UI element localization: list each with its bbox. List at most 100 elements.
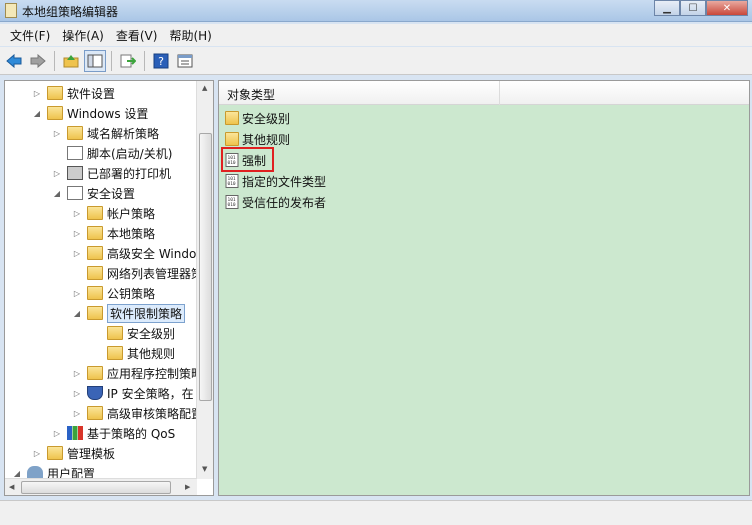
folder-icon [87,266,103,280]
tree-item[interactable]: ◢ 安全设置 [51,183,135,203]
title-bar: 本地组策略编辑器 ▁ ☐ ✕ [0,0,752,22]
show-hide-tree-button[interactable] [84,49,106,72]
tree-item[interactable]: ▷ 域名解析策略 [51,123,159,143]
tree-item-label: Windows 设置 [67,106,149,121]
collapsed-arrow-icon[interactable]: ▷ [71,249,83,258]
menu-help[interactable]: 帮助(H) [163,27,217,44]
scroll-up-icon[interactable]: ▲ [202,84,207,92]
tree-item-label: 脚本(启动/关机) [87,146,173,161]
app-icon [5,3,17,18]
tree-item[interactable]: ▷ 本地策略 [71,223,155,243]
collapsed-arrow-icon[interactable]: ▷ [71,229,83,238]
expanded-arrow-icon[interactable]: ◢ [51,189,63,198]
tree-item[interactable]: ◢ 软件限制策略 [71,303,186,323]
tree-item[interactable]: 脚本(启动/关机) [51,143,172,163]
window-controls: ▁ ☐ ✕ [654,0,748,16]
up-level-button[interactable] [60,50,82,72]
export-list-icon [120,54,136,67]
scroll-down-icon[interactable]: ▼ [202,465,207,473]
tree-item-label: 其他规则 [127,346,176,361]
tree-horizontal-scroll-thumb[interactable] [21,481,171,494]
help-icon: ? [153,53,169,68]
collapsed-arrow-icon[interactable]: ▷ [51,429,63,438]
shield-icon [87,386,103,400]
menu-action[interactable]: 操作(A) [56,27,110,44]
close-button[interactable]: ✕ [706,0,748,16]
tree-item[interactable]: ▷ IP 安全策略，在 [71,383,194,403]
tree-item[interactable]: ▷ 高级审核策略配置 [71,403,203,423]
tree-item-label: 安全级别 [127,326,176,341]
tree-item[interactable]: ▷ 基于策略的 QoS [51,423,175,443]
tree-item[interactable]: 其他规则 [91,343,175,363]
list-item-label: 安全级别 [242,111,291,126]
tree-item[interactable]: ◢ Windows 设置 [31,103,148,123]
list-item[interactable]: 101 010 指定的文件类型 [225,171,326,191]
tree-horizontal-scrollbar[interactable]: ◀ ▶ [5,478,197,495]
scroll-right-icon[interactable]: ▶ [185,483,190,491]
help-button[interactable]: ? [150,50,172,72]
list-item-label: 受信任的发布者 [242,195,327,210]
highlight-box [221,147,274,172]
tree-vertical-scroll-thumb[interactable] [199,133,212,401]
tree-item-label: 基于策略的 QoS [87,426,176,441]
column-header[interactable]: 对象类型 [219,81,749,105]
menu-bar: 文件(F) 操作(A) 查看(V) 帮助(H) [0,24,752,46]
folder-icon [107,326,123,340]
tree-item-label: 软件限制策略 [107,303,186,323]
collapsed-arrow-icon[interactable]: ▷ [71,409,83,418]
tree-vertical-scrollbar[interactable]: ▲ ▼ [196,81,213,479]
tree-item[interactable]: 网络列表管理器策 [71,263,203,283]
collapsed-arrow-icon[interactable]: ▷ [31,89,43,98]
menu-file[interactable]: 文件(F) [4,27,56,44]
up-folder-icon [63,54,79,67]
list-item[interactable]: 安全级别 [225,108,290,128]
list-item[interactable]: 101 010 受信任的发布者 [225,192,326,212]
scroll-left-icon[interactable]: ◀ [9,483,14,491]
folder-icon [87,366,103,380]
printer-icon [67,166,83,180]
doc-icon [67,146,83,160]
expanded-arrow-icon[interactable]: ◢ [11,469,23,478]
collapsed-arrow-icon[interactable]: ▷ [31,449,43,458]
back-button[interactable] [3,50,25,72]
details-pane[interactable]: 对象类型 安全级别 其他规则 101 010 强制 101 010 指定的文件类型 … [218,80,750,496]
folder-icon [107,346,123,360]
folder-icon [87,306,103,320]
tree-item[interactable]: ▷ 已部署的打印机 [51,163,171,183]
folder-icon [47,106,63,120]
menu-view[interactable]: 查看(V) [110,27,164,44]
collapsed-arrow-icon[interactable]: ▷ [51,129,63,138]
properties-button[interactable] [174,50,196,72]
list-item[interactable]: 其他规则 [225,129,290,149]
tree-item-label: 已部署的打印机 [87,166,172,181]
tree-item[interactable]: ▷ 帐户策略 [71,203,155,223]
column-header-object-type[interactable]: 对象类型 [227,86,275,103]
tree-item[interactable]: ▷ 应用程序控制策略 [71,363,203,383]
column-divider[interactable] [499,81,500,105]
forward-button[interactable] [27,50,49,72]
collapsed-arrow-icon[interactable]: ▷ [71,389,83,398]
svg-text:?: ? [158,55,164,68]
list-item-label: 指定的文件类型 [242,174,327,189]
expanded-arrow-icon[interactable]: ◢ [71,309,83,318]
maximize-button[interactable]: ☐ [680,0,706,16]
svg-text:010: 010 [228,202,236,208]
console-tree-pane[interactable]: ▷ 软件设置 ◢ Windows 设置 ▷ 域名解析策略脚本(启动/关机) ▷ 已部署的打印机… [4,80,214,496]
tree-item[interactable]: 安全级别 [91,323,175,343]
tree-item[interactable]: ▷ 高级安全 Windo [71,243,196,263]
folder-icon [225,111,239,125]
folder-icon [225,132,239,146]
minimize-button[interactable]: ▁ [654,0,680,16]
expanded-arrow-icon[interactable]: ◢ [31,109,43,118]
properties-icon [177,54,193,67]
tree-item[interactable]: ▷ 软件设置 [31,83,115,103]
export-list-button[interactable] [117,50,139,72]
collapsed-arrow-icon[interactable]: ▷ [51,169,63,178]
collapsed-arrow-icon[interactable]: ▷ [71,369,83,378]
collapsed-arrow-icon[interactable]: ▷ [71,209,83,218]
collapsed-arrow-icon[interactable]: ▷ [71,289,83,298]
tree-item[interactable]: ▷ 管理模板 [31,443,115,463]
tree-item[interactable]: ▷ 公钥策略 [71,283,155,303]
tree-item-label: 高级审核策略配置 [107,406,204,421]
folder-icon [87,206,103,220]
